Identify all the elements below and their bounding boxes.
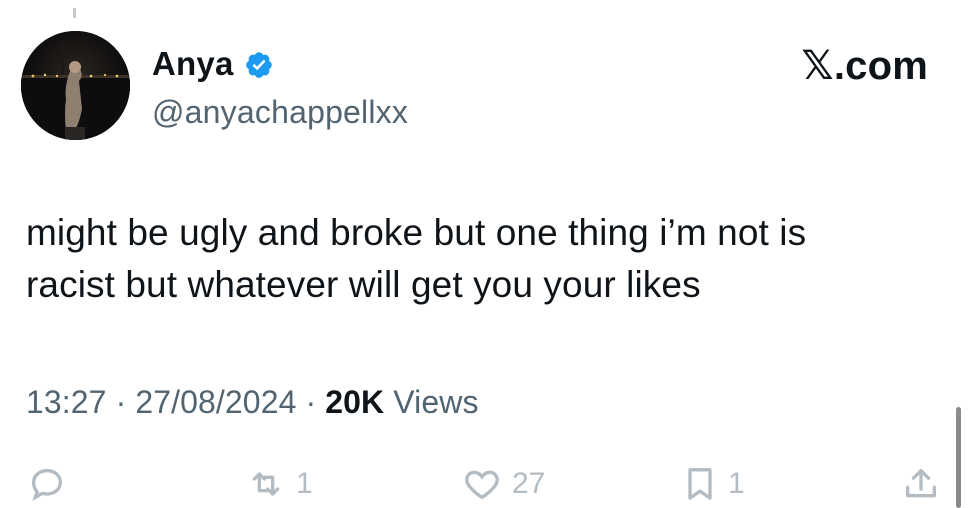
retweet-button[interactable]: 1 bbox=[244, 460, 313, 508]
bookmark-button[interactable]: 1 bbox=[680, 460, 745, 508]
reply-button[interactable] bbox=[26, 460, 68, 508]
meta-separator: · bbox=[115, 384, 127, 420]
tweet-text-line: might be ugly and broke but one thing i’… bbox=[26, 212, 807, 253]
avatar-photo bbox=[21, 31, 130, 140]
tweet-text: might be ugly and broke but one thing i’… bbox=[26, 207, 956, 311]
like-count: 27 bbox=[512, 467, 546, 500]
scrollbar-thumb[interactable] bbox=[956, 407, 961, 508]
tweet-meta: 13:27 · 27/08/2024 · 20K Views bbox=[26, 382, 479, 422]
tweet-time[interactable]: 13:27 bbox=[26, 384, 107, 420]
user-name-row: Anya bbox=[152, 44, 274, 84]
meta-separator: · bbox=[305, 384, 317, 420]
bookmark-count: 1 bbox=[728, 467, 745, 500]
share-button[interactable] bbox=[900, 460, 942, 508]
verified-badge-icon bbox=[244, 50, 274, 80]
views-count: 20K bbox=[325, 384, 385, 420]
retweet-icon bbox=[252, 472, 280, 496]
reply-icon bbox=[31, 468, 63, 501]
bookmark-icon bbox=[688, 468, 712, 500]
display-name[interactable]: Anya bbox=[152, 44, 234, 84]
user-handle[interactable]: @anyachappellxx bbox=[152, 92, 408, 132]
tweet-text-line: racist but whatever will get you your li… bbox=[26, 264, 701, 305]
top-tick-mark bbox=[73, 8, 76, 18]
tweet-date[interactable]: 27/08/2024 bbox=[135, 384, 296, 420]
retweet-count: 1 bbox=[296, 467, 313, 500]
views-label: Views bbox=[393, 384, 479, 420]
x-com-brand: 𝕏.com bbox=[801, 44, 928, 88]
action-bar: 1 27 1 bbox=[0, 460, 976, 508]
avatar[interactable] bbox=[21, 31, 130, 140]
heart-icon bbox=[465, 470, 499, 500]
share-icon bbox=[906, 469, 936, 498]
like-button[interactable]: 27 bbox=[460, 460, 545, 508]
